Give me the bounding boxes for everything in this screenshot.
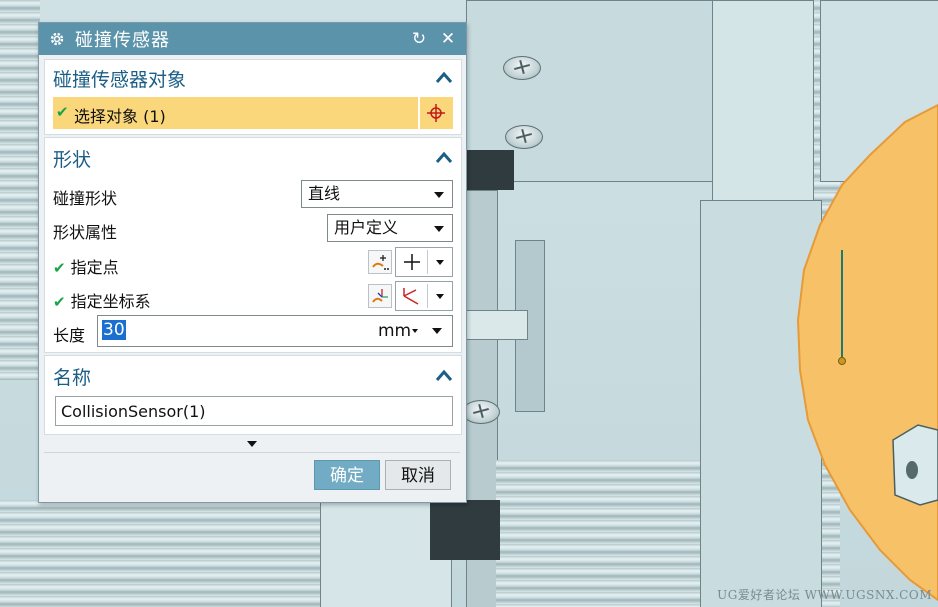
- shape-property-label: 形状属性: [53, 223, 118, 242]
- csys-axes-icon: [403, 288, 419, 305]
- check-icon: ✔: [53, 259, 66, 277]
- more-options-toggle[interactable]: [44, 437, 460, 451]
- separator: [427, 250, 428, 274]
- name-section: 名称 CollisionSensor(1): [44, 355, 462, 435]
- nut-hole: [906, 461, 918, 479]
- object-section: 碰撞传感器对象 ✔ 选择对象 (1): [44, 59, 462, 135]
- collapse-icon[interactable]: [435, 150, 453, 164]
- chevron-down-icon: [436, 260, 444, 265]
- sensor-point: [838, 357, 846, 365]
- csys-dialog-icon: [372, 289, 388, 303]
- unit-dropdown-icon[interactable]: [412, 329, 418, 333]
- ok-button[interactable]: 确定: [314, 460, 380, 490]
- collision-sensor-dialog: 碰撞传感器 ↻ ✕ 碰撞传感器对象 ✔ 选择对象 (1) 形状 碰撞形状 直线: [38, 22, 467, 503]
- divider: [44, 452, 460, 453]
- select-object-row[interactable]: ✔ 选择对象 (1): [53, 97, 418, 129]
- reset-icon[interactable]: ↻: [409, 29, 429, 49]
- specify-point-label: 指定点: [70, 258, 119, 277]
- name-section-title: 名称: [53, 367, 92, 389]
- chevron-down-icon: [434, 192, 444, 198]
- shape-property-value: 用户定义: [334, 218, 399, 237]
- shape-section: 形状 碰撞形状 直线 形状属性 用户定义 ✔ 指定点 ✔ 指定坐标系 长度 30…: [44, 137, 462, 353]
- length-unit[interactable]: mm: [378, 321, 411, 341]
- dialog-title: 碰撞传感器: [75, 30, 170, 51]
- collapse-icon[interactable]: [435, 368, 453, 382]
- plus-point-icon: [404, 254, 420, 270]
- crosshair-button[interactable]: [420, 97, 453, 129]
- csys-type-combo[interactable]: [395, 281, 453, 311]
- dialog-titlebar[interactable]: 碰撞传感器 ↻ ✕: [39, 23, 466, 55]
- select-object-label: 选择对象 (1): [74, 107, 166, 126]
- chevron-down-icon: [434, 226, 444, 232]
- shape-property-select[interactable]: 用户定义: [327, 214, 453, 242]
- object-section-title: 碰撞传感器对象: [53, 69, 187, 91]
- length-value: 30: [102, 320, 126, 340]
- specify-csys-label: 指定坐标系: [70, 292, 151, 311]
- chevron-down-icon[interactable]: [432, 328, 442, 334]
- chevron-down-icon: [247, 441, 257, 447]
- check-icon: ✔: [53, 293, 66, 311]
- collision-shape-value: 直线: [308, 184, 341, 203]
- point-dialog-icon: [372, 255, 389, 270]
- shape-section-title: 形状: [53, 149, 92, 171]
- check-icon: ✔: [56, 103, 69, 121]
- crosshair-icon: [427, 104, 445, 122]
- collision-shape-select[interactable]: 直线: [301, 180, 453, 208]
- specify-csys-row: ✔ 指定坐标系: [53, 288, 151, 312]
- length-input[interactable]: 30 mm: [97, 315, 453, 347]
- specify-point-row: ✔ 指定点: [53, 254, 119, 278]
- close-icon[interactable]: ✕: [438, 29, 458, 49]
- name-value: CollisionSensor(1): [61, 402, 206, 421]
- collision-shape-label: 碰撞形状: [53, 189, 118, 208]
- csys-dialog-button[interactable]: [368, 284, 392, 308]
- collapse-icon[interactable]: [435, 70, 453, 84]
- name-input[interactable]: CollisionSensor(1): [55, 396, 453, 426]
- length-label: 长度: [53, 326, 86, 345]
- separator: [427, 284, 428, 308]
- gear-icon: [50, 32, 64, 46]
- chevron-down-icon: [436, 294, 444, 299]
- point-dialog-button[interactable]: [368, 250, 392, 274]
- watermark: UG爱好者论坛 WWW.UGSNX.COM: [717, 588, 932, 602]
- cancel-button[interactable]: 取消: [385, 460, 451, 490]
- point-type-combo[interactable]: [395, 247, 453, 277]
